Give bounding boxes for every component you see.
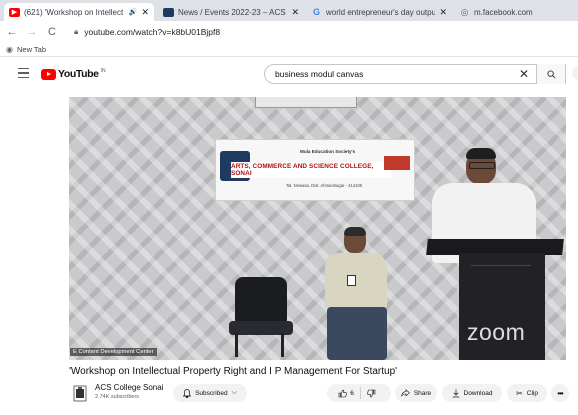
more-icon: ••• xyxy=(557,388,563,398)
video-seated-person xyxy=(317,227,397,360)
download-icon xyxy=(452,389,460,398)
youtube-tab-icon: ▶ xyxy=(9,7,20,17)
tab-youtube[interactable]: ▶ (621) 'Workshop on Intellect 🔊 ✕ xyxy=(4,3,154,21)
share-icon xyxy=(401,389,410,397)
video-owner-row: ACS College Sonai 2.74K subscribers Subs… xyxy=(69,381,569,409)
tab-title: News / Events 2022-23 – ACS Co xyxy=(178,7,288,17)
browser-tab-bar: ▶ (621) 'Workshop on Intellect 🔊 ✕ News … xyxy=(0,0,578,21)
address-bar[interactable]: 🔒︎ youtube.com/watch?v=k8bU01Bjpf8 xyxy=(74,27,220,37)
bookmarks-bar: ◉ New Tab xyxy=(0,42,578,57)
close-tab-icon[interactable]: ✕ xyxy=(291,7,299,18)
tab-acs-news[interactable]: News / Events 2022-23 – ACS Co ✕ xyxy=(158,3,304,21)
college-logo-icon xyxy=(73,385,87,401)
country-code: IN xyxy=(100,67,106,74)
video-college-banner: Mula Education Society's ARTS, COMMERCE … xyxy=(215,139,415,201)
zoom-watermark: zoom xyxy=(467,319,526,345)
forward-icon[interactable]: → xyxy=(24,26,40,38)
banner-college-text: ARTS, COMMERCE AND SCIENCE COLLEGE, SONA… xyxy=(231,162,391,178)
youtube-logo[interactable]: YouTube IN xyxy=(41,68,106,80)
acs-site-icon xyxy=(163,7,174,17)
chevron-down-icon: ⌵ xyxy=(231,389,237,396)
clip-button[interactable]: ✂ Clip xyxy=(507,384,547,402)
video-title: 'Workshop on Intellectual Property Right… xyxy=(69,366,398,377)
tab-title: m.facebook.com xyxy=(474,7,533,17)
globe-icon: ◎ xyxy=(460,6,469,17)
subscribed-button[interactable]: Subscribed ⌵ xyxy=(173,384,247,402)
video-player[interactable]: Mula Education Society's ARTS, COMMERCE … xyxy=(69,97,566,360)
address-text: youtube.com/watch?v=k8bU01Bjpf8 xyxy=(84,26,221,37)
banner-address-text: Tal. Newasa, Dist. Ahmednagar - 414105 xyxy=(286,183,363,188)
share-label: Share xyxy=(413,389,432,397)
browser-nav-bar: ← → C 🔒︎ youtube.com/watch?v=k8bU01Bjpf8 xyxy=(0,21,578,42)
reload-icon[interactable]: C xyxy=(44,26,60,38)
scissors-icon: ✂ xyxy=(516,388,523,398)
youtube-header: YouTube IN business modul canvas ✕ xyxy=(0,57,578,91)
naac-logo xyxy=(384,156,410,170)
new-tab-bookmark-icon: ◉ xyxy=(6,44,13,54)
subscriber-count: 2.74K subscribers xyxy=(95,394,140,400)
youtube-play-icon xyxy=(41,68,56,80)
tab-facebook[interactable]: ◎ m.facebook.com xyxy=(454,3,574,21)
tab-title: (621) 'Workshop on Intellect xyxy=(24,7,124,17)
download-label: Download xyxy=(463,389,493,397)
tab-title: world entrepreneur's day output xyxy=(326,7,436,17)
search-button[interactable] xyxy=(536,64,565,84)
like-icon[interactable] xyxy=(338,389,347,398)
more-actions-button[interactable]: ••• xyxy=(551,384,569,402)
banner-society-text: Mula Education Society's xyxy=(300,149,356,154)
search-icon xyxy=(546,69,555,78)
dislike-icon[interactable] xyxy=(367,389,376,398)
back-icon[interactable]: ← xyxy=(4,26,20,38)
tab-google-search[interactable]: G world entrepreneur's day output ✕ xyxy=(306,3,452,21)
video-air-conditioner xyxy=(255,97,357,108)
clip-label: Clip xyxy=(526,389,538,397)
bell-icon xyxy=(183,388,192,398)
like-count: 6 xyxy=(350,389,354,397)
bookmark-new-tab[interactable]: New Tab xyxy=(17,45,46,54)
youtube-logo-text: YouTube xyxy=(58,68,99,80)
channel-name[interactable]: ACS College Sonai xyxy=(95,383,163,392)
close-tab-icon[interactable]: ✕ xyxy=(141,7,149,18)
download-button[interactable]: Download xyxy=(442,384,502,402)
channel-avatar[interactable] xyxy=(72,384,88,402)
video-empty-chair xyxy=(225,277,295,357)
like-separator xyxy=(359,387,361,399)
channel-overlay-label: E Content Development Center xyxy=(70,348,157,356)
google-icon: G xyxy=(312,6,320,17)
share-button[interactable]: Share xyxy=(395,384,437,402)
close-tab-icon[interactable]: ✕ xyxy=(439,7,447,18)
lock-icon[interactable]: 🔒︎ xyxy=(74,27,78,37)
like-dislike-group: 6 xyxy=(327,384,391,402)
voice-search-icon[interactable] xyxy=(572,66,578,80)
audio-icon[interactable]: 🔊 xyxy=(129,8,138,16)
search-input[interactable]: business modul canvas xyxy=(275,69,363,79)
search-box[interactable]: business modul canvas ✕ xyxy=(264,64,566,84)
clear-search-icon[interactable]: ✕ xyxy=(519,67,529,81)
subscribed-label: Subscribed xyxy=(195,389,228,397)
hamburger-menu-icon[interactable] xyxy=(18,68,29,81)
